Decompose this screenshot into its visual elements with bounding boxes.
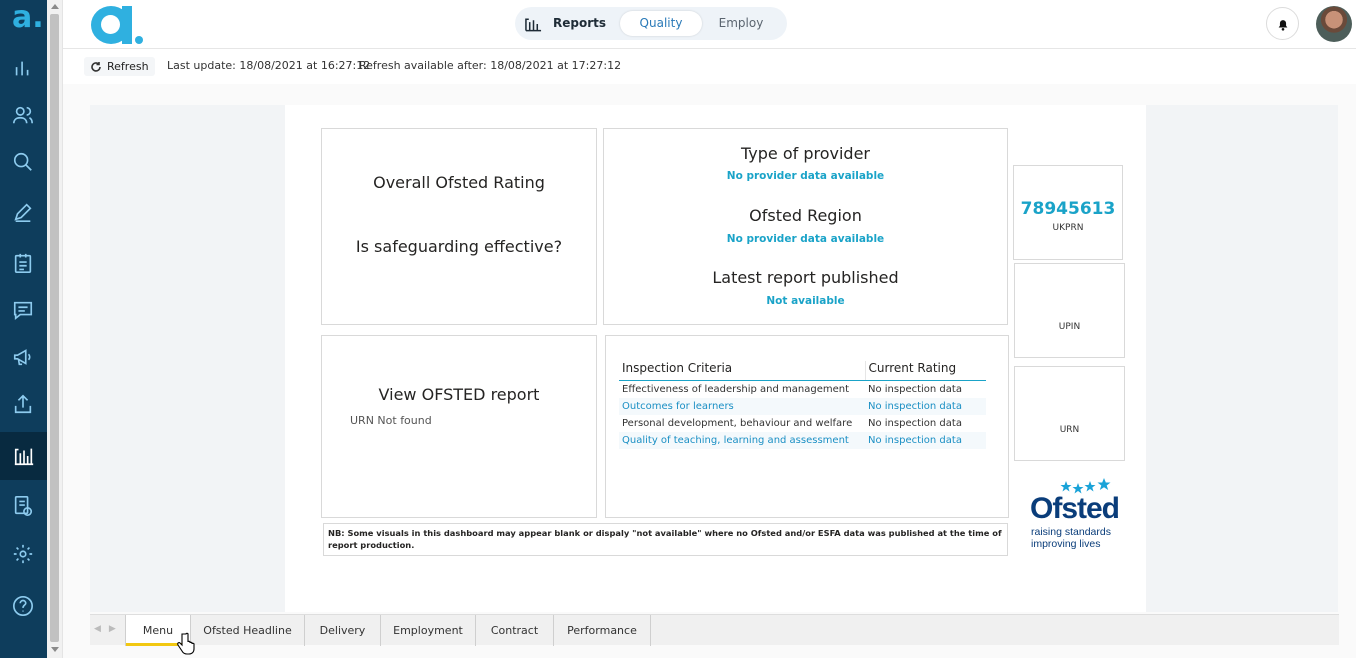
rating-cell: No inspection data (865, 397, 986, 415)
criteria-cell: Quality of teaching, learning and assess… (619, 431, 865, 449)
criteria-cell: Effectiveness of leadership and manageme… (622, 383, 850, 395)
ofsted-tagline-line2: improving lives (1031, 538, 1101, 550)
criteria-cell: Outcomes for learners (619, 397, 865, 415)
refresh-bar: Refresh Last update: 18/08/2021 at 16:27… (63, 50, 1356, 83)
latest-report-title: Latest report published (712, 268, 899, 287)
users-icon[interactable] (11, 103, 35, 127)
report-left-margin (90, 105, 285, 612)
urn-card[interactable]: URN (1014, 366, 1125, 461)
upload-icon[interactable] (11, 392, 35, 416)
page-tab-contract[interactable]: Contract (476, 615, 554, 646)
scroll-down-icon[interactable] (51, 647, 59, 652)
clipboard-icon[interactable] (11, 251, 35, 275)
ukprn-value: 78945613 (1020, 199, 1116, 219)
criteria-cell: Personal development, behaviour and welf… (622, 417, 853, 429)
analytics-icon[interactable] (11, 56, 35, 80)
ukprn-label: UKPRN (1052, 223, 1084, 233)
documents-icon[interactable] (11, 494, 35, 518)
sidebar: a. (0, 0, 47, 658)
search-icon[interactable] (11, 150, 35, 174)
scrollbar-thumb[interactable] (50, 14, 59, 642)
refresh-label: Refresh (107, 60, 149, 73)
reports-icon[interactable] (0, 432, 47, 480)
ofsted-logo: Ofsted raising standards improving lives (1030, 478, 1120, 550)
page-tab-performance[interactable]: Performance (554, 615, 651, 646)
bell-icon (1278, 19, 1287, 31)
refresh-button[interactable]: Refresh (84, 57, 155, 76)
inspection-criteria-card[interactable]: Inspection Criteria Current Rating Effec… (605, 335, 1009, 518)
ofsted-logo-tagline: raising standards improving lives (1031, 526, 1111, 550)
table-row[interactable]: Effectiveness of leadership and manageme… (619, 381, 986, 398)
refresh-available-text: Refresh available after: 18/08/2021 at 1… (359, 59, 622, 72)
view-report-card[interactable]: View OFSTED report URN Not found (321, 335, 597, 518)
rating-cell: No inspection data (868, 383, 962, 395)
page-tab-ofsted-headline[interactable]: Ofsted Headline (191, 615, 305, 646)
ofsted-tagline-line1: raising standards (1031, 526, 1111, 538)
table-row[interactable]: Outcomes for learners No inspection data (619, 397, 986, 415)
tab-scroll-arrows-icon[interactable]: ◀▶ (94, 624, 124, 634)
last-update-text: Last update: 18/08/2021 at 16:27:12 (167, 59, 371, 72)
rating-cell: No inspection data (865, 431, 986, 449)
vertical-scrollbar[interactable] (47, 0, 63, 658)
notifications-button[interactable] (1266, 7, 1299, 40)
help-icon[interactable] (11, 594, 35, 618)
provider-info-card[interactable]: Type of provider No provider data availa… (603, 128, 1008, 325)
report-canvas: Overall Ofsted Rating Is safeguarding ef… (285, 105, 1146, 612)
hand-cursor-icon (177, 632, 195, 655)
region-title: Ofsted Region (749, 206, 862, 225)
ofsted-logo-word: Ofsted (1030, 492, 1120, 525)
region-value: No provider data available (726, 233, 885, 245)
tab-reports[interactable]: Reports (523, 11, 606, 36)
disclaimer-note: NB: Some visuals in this dashboard may a… (323, 523, 1008, 556)
tab-quality[interactable]: Quality (620, 11, 702, 36)
module-switcher: Reports Quality Employ (515, 7, 787, 40)
ukprn-card[interactable]: 78945613 UKPRN (1013, 165, 1123, 260)
safeguarding-title: Is safeguarding effective? (355, 237, 563, 256)
refresh-icon (91, 61, 101, 72)
latest-report-value: Not available (766, 295, 845, 307)
tab-employ[interactable]: Employ (700, 11, 782, 36)
rating-column-header[interactable]: Current Rating (865, 361, 986, 381)
report-area: Overall Ofsted Rating Is safeguarding ef… (63, 84, 1356, 658)
inspection-criteria-table: Inspection Criteria Current Rating Effec… (619, 361, 986, 449)
user-avatar[interactable] (1316, 6, 1352, 42)
messages-icon[interactable] (11, 298, 35, 322)
top-navigation-bar: Reports Quality Employ (63, 0, 1356, 49)
page-tab-employment[interactable]: Employment (381, 615, 476, 646)
scroll-up-icon[interactable] (51, 4, 59, 9)
provider-type-value: No provider data available (726, 170, 885, 182)
overall-rating-card[interactable]: Overall Ofsted Rating Is safeguarding ef… (321, 128, 597, 325)
brand-logo-icon[interactable] (91, 4, 147, 46)
upin-card[interactable]: UPIN (1014, 263, 1125, 358)
urn-label: URN (1059, 425, 1080, 435)
app-logo-icon[interactable]: a. (12, 3, 44, 33)
table-row[interactable]: Personal development, behaviour and welf… (619, 415, 986, 432)
criteria-column-header[interactable]: Inspection Criteria (619, 361, 866, 381)
upin-label: UPIN (1058, 322, 1081, 332)
urn-not-found-text: URN Not found (350, 414, 432, 427)
provider-type-title: Type of provider (740, 144, 870, 163)
settings-icon[interactable] (11, 542, 35, 566)
report-right-margin (1146, 105, 1338, 612)
report-page-tabs: ◀▶ Menu Ofsted Headline Delivery Employm… (90, 614, 1339, 646)
page-tab-delivery[interactable]: Delivery (305, 615, 381, 646)
edit-icon[interactable] (11, 200, 35, 224)
view-report-title[interactable]: View OFSTED report (322, 385, 596, 404)
rating-cell: No inspection data (868, 417, 962, 429)
overall-rating-title: Overall Ofsted Rating (373, 173, 545, 192)
reports-tab-icon (525, 18, 542, 32)
table-row[interactable]: Quality of teaching, learning and assess… (619, 431, 986, 449)
announcements-icon[interactable] (11, 345, 35, 369)
